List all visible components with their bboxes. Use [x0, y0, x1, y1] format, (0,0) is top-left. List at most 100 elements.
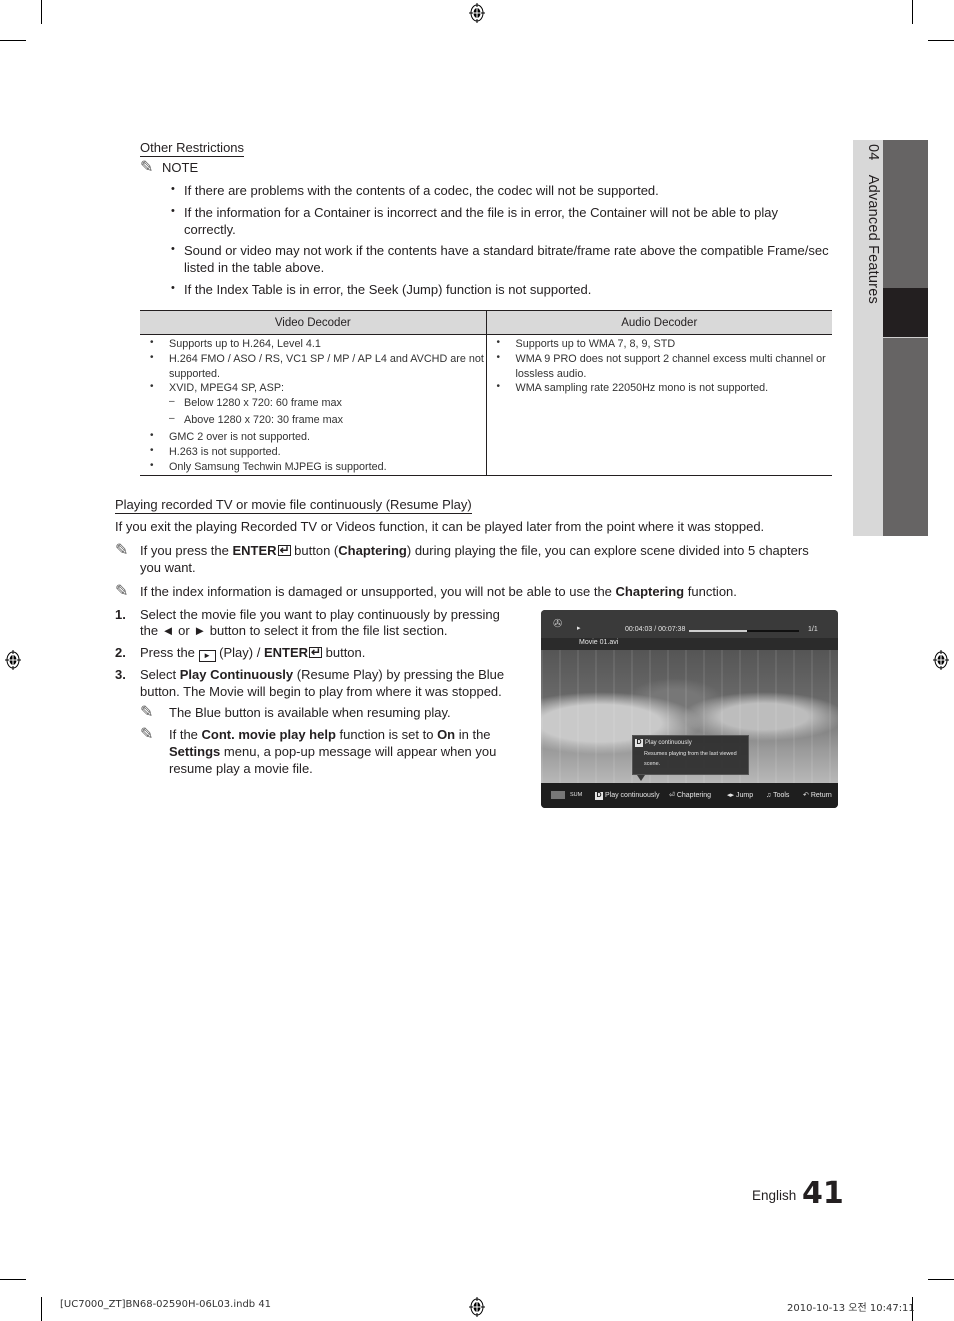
note-bullet: If the Index Table is in error, the Seek… — [184, 282, 592, 297]
registration-mark-icon — [469, 1297, 485, 1317]
bullet-icon: • — [171, 205, 175, 217]
tv-filename: Movie 01.avi — [579, 639, 619, 646]
left-right-arrows-icon: ◂▸ — [727, 792, 736, 799]
bullet-icon: • — [171, 183, 175, 195]
play-button-icon: ► — [198, 650, 216, 662]
note-bullet: Sound or video may not work if the conte… — [184, 243, 829, 258]
tv-return[interactable]: ↶ Return — [803, 791, 832, 800]
film-reel-icon: ✇ — [553, 618, 563, 630]
play-state-icon: ▸ — [577, 625, 581, 632]
enter-key-icon — [309, 644, 323, 661]
tv-popup-title: D Play continuously — [635, 739, 692, 747]
pencil-note-icon: ✎ — [115, 583, 129, 600]
pencil-note-icon: ✎ — [140, 704, 154, 721]
table-item: H.264 FMO / ASO / RS, VC1 SP / MP / AP L… — [169, 353, 484, 365]
step-text: Select the movie file you want to play c… — [140, 607, 500, 622]
tv-progress-bar — [689, 630, 799, 632]
crop-mark — [928, 40, 954, 41]
table-item: supported. — [169, 368, 221, 380]
tv-chaptering[interactable]: ⏎ Chaptering — [669, 791, 711, 800]
pencil-note-icon: ✎ — [140, 159, 154, 176]
note-header: ✎ NOTE — [140, 159, 198, 176]
note-bullet-cont: correctly. — [184, 222, 236, 237]
note-label: NOTE — [162, 160, 199, 175]
resume-play-heading: Playing recorded TV or movie file contin… — [115, 497, 472, 514]
d-key-icon: D — [635, 739, 643, 747]
enter-key-icon: ⏎ — [669, 792, 677, 799]
tv-popup-line: scene. — [644, 761, 661, 767]
tv-sum-label: SUM — [570, 792, 583, 798]
table-item: lossless audio. — [515, 368, 587, 380]
step-text: Select Play Continuously (Resume Play) b… — [140, 667, 505, 682]
tv-time: 00:04:03 / 00:07:38 — [625, 626, 686, 633]
tv-info-bar — [541, 610, 838, 638]
step-text: button. The Movie will begin to play fro… — [140, 684, 502, 699]
table-item: Only Samsung Techwin MJPEG is supported. — [169, 461, 387, 473]
table-item: H.263 is not supported. — [169, 446, 281, 458]
other-restrictions-heading: Other Restrictions — [140, 140, 245, 157]
footer-language: English — [752, 1188, 797, 1203]
table-item: GMC 2 over is not supported. — [169, 431, 311, 443]
chapter-number: 04 — [865, 144, 881, 161]
tv-control-bar: SUM D Play continuously ⏎ Chaptering ◂▸ J… — [541, 783, 838, 808]
table-item: WMA 9 PRO does not support 2 channel exc… — [515, 353, 826, 365]
tv-page: 1/1 — [808, 626, 818, 633]
crop-mark — [0, 40, 26, 41]
table-header-video: Video Decoder — [140, 311, 487, 334]
chapter-label: 04 Advanced Features — [857, 144, 881, 344]
sum-logo-icon — [551, 791, 565, 799]
registration-mark-icon — [5, 650, 21, 670]
tv-screenshot: ✇ ▸ 00:04:03 / 00:07:38 1/1 Movie 01.avi… — [541, 610, 838, 808]
tv-popup: D Play continuously Resumes playing from … — [632, 735, 749, 775]
pencil-note-icon: ✎ — [115, 542, 129, 559]
note-bullet: If the information for a Container is in… — [184, 205, 778, 220]
table-subitem: Below 1280 x 720: 60 frame max — [184, 397, 342, 409]
crop-mark — [928, 1279, 954, 1280]
resume-play-intro: If you exit the playing Recorded TV or V… — [115, 519, 765, 534]
table-subitem: Above 1280 x 720: 30 frame max — [184, 414, 344, 426]
table-item: XVID, MPEG4 SP, ASP: — [169, 382, 285, 394]
tv-play-continuously[interactable]: D Play continuously — [595, 791, 659, 800]
video-decoder-cell: • Supports up to H.264, Level 4.1 • H.264 … — [140, 335, 487, 475]
slug-timestamp: 2010-10-13 오전 10:47:11 — [787, 1303, 915, 1314]
table-item: WMA sampling rate 22050Hz mono is not su… — [515, 382, 769, 394]
crop-mark — [912, 0, 913, 24]
table-item: Supports up to WMA 7, 8, 9, STD — [515, 338, 676, 350]
cont-movie-note-cont: resume play a movie file. — [169, 761, 313, 776]
table-body-row: • Supports up to H.264, Level 4.1 • H.264 … — [140, 335, 832, 475]
cont-movie-note-cont: Settings menu, a pop-up message will app… — [169, 744, 497, 759]
step-number: 3. — [115, 667, 126, 682]
note-bullet-cont: listed in the table above. — [184, 260, 325, 275]
slug-filename: [UC7000_ZT]BN68-02590H-06L03.indb 41 — [60, 1299, 272, 1310]
step-text: the ◄ or ► button to select it from the … — [140, 623, 448, 638]
crop-mark — [41, 1297, 42, 1321]
registration-mark-icon — [933, 650, 949, 670]
side-tab-active-marker — [883, 288, 928, 338]
step-number: 1. — [115, 607, 126, 622]
bullet-icon: • — [171, 282, 175, 294]
tv-progress-fill — [689, 630, 748, 632]
audio-decoder-cell: • Supports up to WMA 7, 8, 9, STD • WMA 9 … — [496, 337, 826, 394]
tv-jump[interactable]: ◂▸ Jump — [727, 791, 753, 800]
step-text: Press the ► (Play) / ENTER button. — [140, 644, 365, 662]
chapter-title: Advanced Features — [865, 174, 881, 304]
enter-key-icon — [277, 542, 291, 559]
pencil-note-icon: ✎ — [140, 726, 154, 743]
table-header-audio: Audio Decoder — [621, 317, 698, 329]
step-number: 2. — [115, 645, 126, 660]
page-number: 41 — [802, 1176, 844, 1211]
tv-popup-tail — [637, 775, 645, 781]
decoder-table: Video Decoder Audio Decoder • Supports up… — [140, 310, 832, 476]
tv-tools[interactable]: ♫ Tools — [766, 791, 789, 800]
table-item: Supports up to H.264, Level 4.1 — [169, 338, 321, 350]
index-note: ✎ If the index information is damaged or … — [115, 583, 737, 600]
blue-button-note: ✎ The Blue button is available when resum… — [140, 704, 451, 721]
registration-mark-icon — [469, 3, 485, 23]
cont-movie-note: ✎ If the Cont. movie play help function i… — [140, 726, 491, 743]
side-tab-bar — [883, 140, 928, 536]
table-header-row: Video Decoder Audio Decoder — [140, 311, 832, 335]
d-key-icon: D — [595, 792, 603, 800]
note-bullet: If there are problems with the contents … — [184, 183, 659, 198]
return-icon: ↶ — [803, 792, 811, 799]
chaptering-note: ✎If you press the ENTER button (Chapteri… — [115, 542, 809, 559]
